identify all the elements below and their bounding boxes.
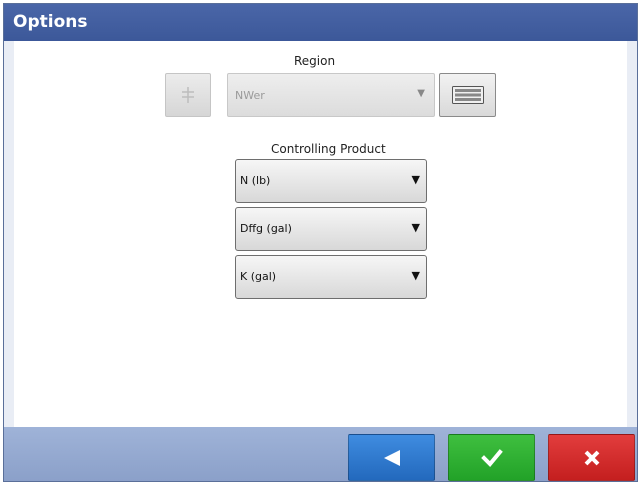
options-content: Region NWer ▼ Controlling Product N (lb) (14, 41, 627, 427)
keyboard-icon (452, 86, 484, 104)
title-bar: Options (4, 4, 637, 41)
product-value: Dffg (gal) (240, 222, 292, 235)
product-value: N (lb) (240, 174, 271, 187)
checkmark-icon (480, 448, 503, 467)
product-dropdown-2[interactable]: Dffg (gal) ▼ (235, 207, 427, 251)
region-label: Region (294, 54, 336, 68)
chevron-down-icon: ▼ (411, 269, 420, 282)
controlling-product-label: Controlling Product (271, 142, 386, 156)
region-selected-value: NWer (235, 89, 265, 102)
footer-bar (4, 427, 637, 481)
back-button[interactable] (348, 434, 435, 481)
region-filter-button[interactable] (165, 73, 211, 117)
options-window: Options Region NWer ▼ Controlling Produc… (3, 3, 638, 482)
region-dropdown[interactable]: NWer ▼ (227, 73, 435, 117)
filter-icon (182, 87, 194, 103)
product-dropdown-3[interactable]: K (gal) ▼ (235, 255, 427, 299)
x-icon (584, 450, 599, 465)
left-arrow-icon (383, 449, 400, 466)
chevron-down-icon: ▼ (411, 173, 420, 186)
chevron-down-icon: ▼ (411, 221, 420, 234)
product-dropdown-1[interactable]: N (lb) ▼ (235, 159, 427, 203)
window-title: Options (13, 12, 88, 32)
keyboard-button[interactable] (439, 73, 496, 117)
chevron-down-icon: ▼ (417, 88, 425, 99)
product-value: K (gal) (240, 270, 277, 283)
cancel-button[interactable] (548, 434, 635, 481)
ok-button[interactable] (448, 434, 535, 481)
